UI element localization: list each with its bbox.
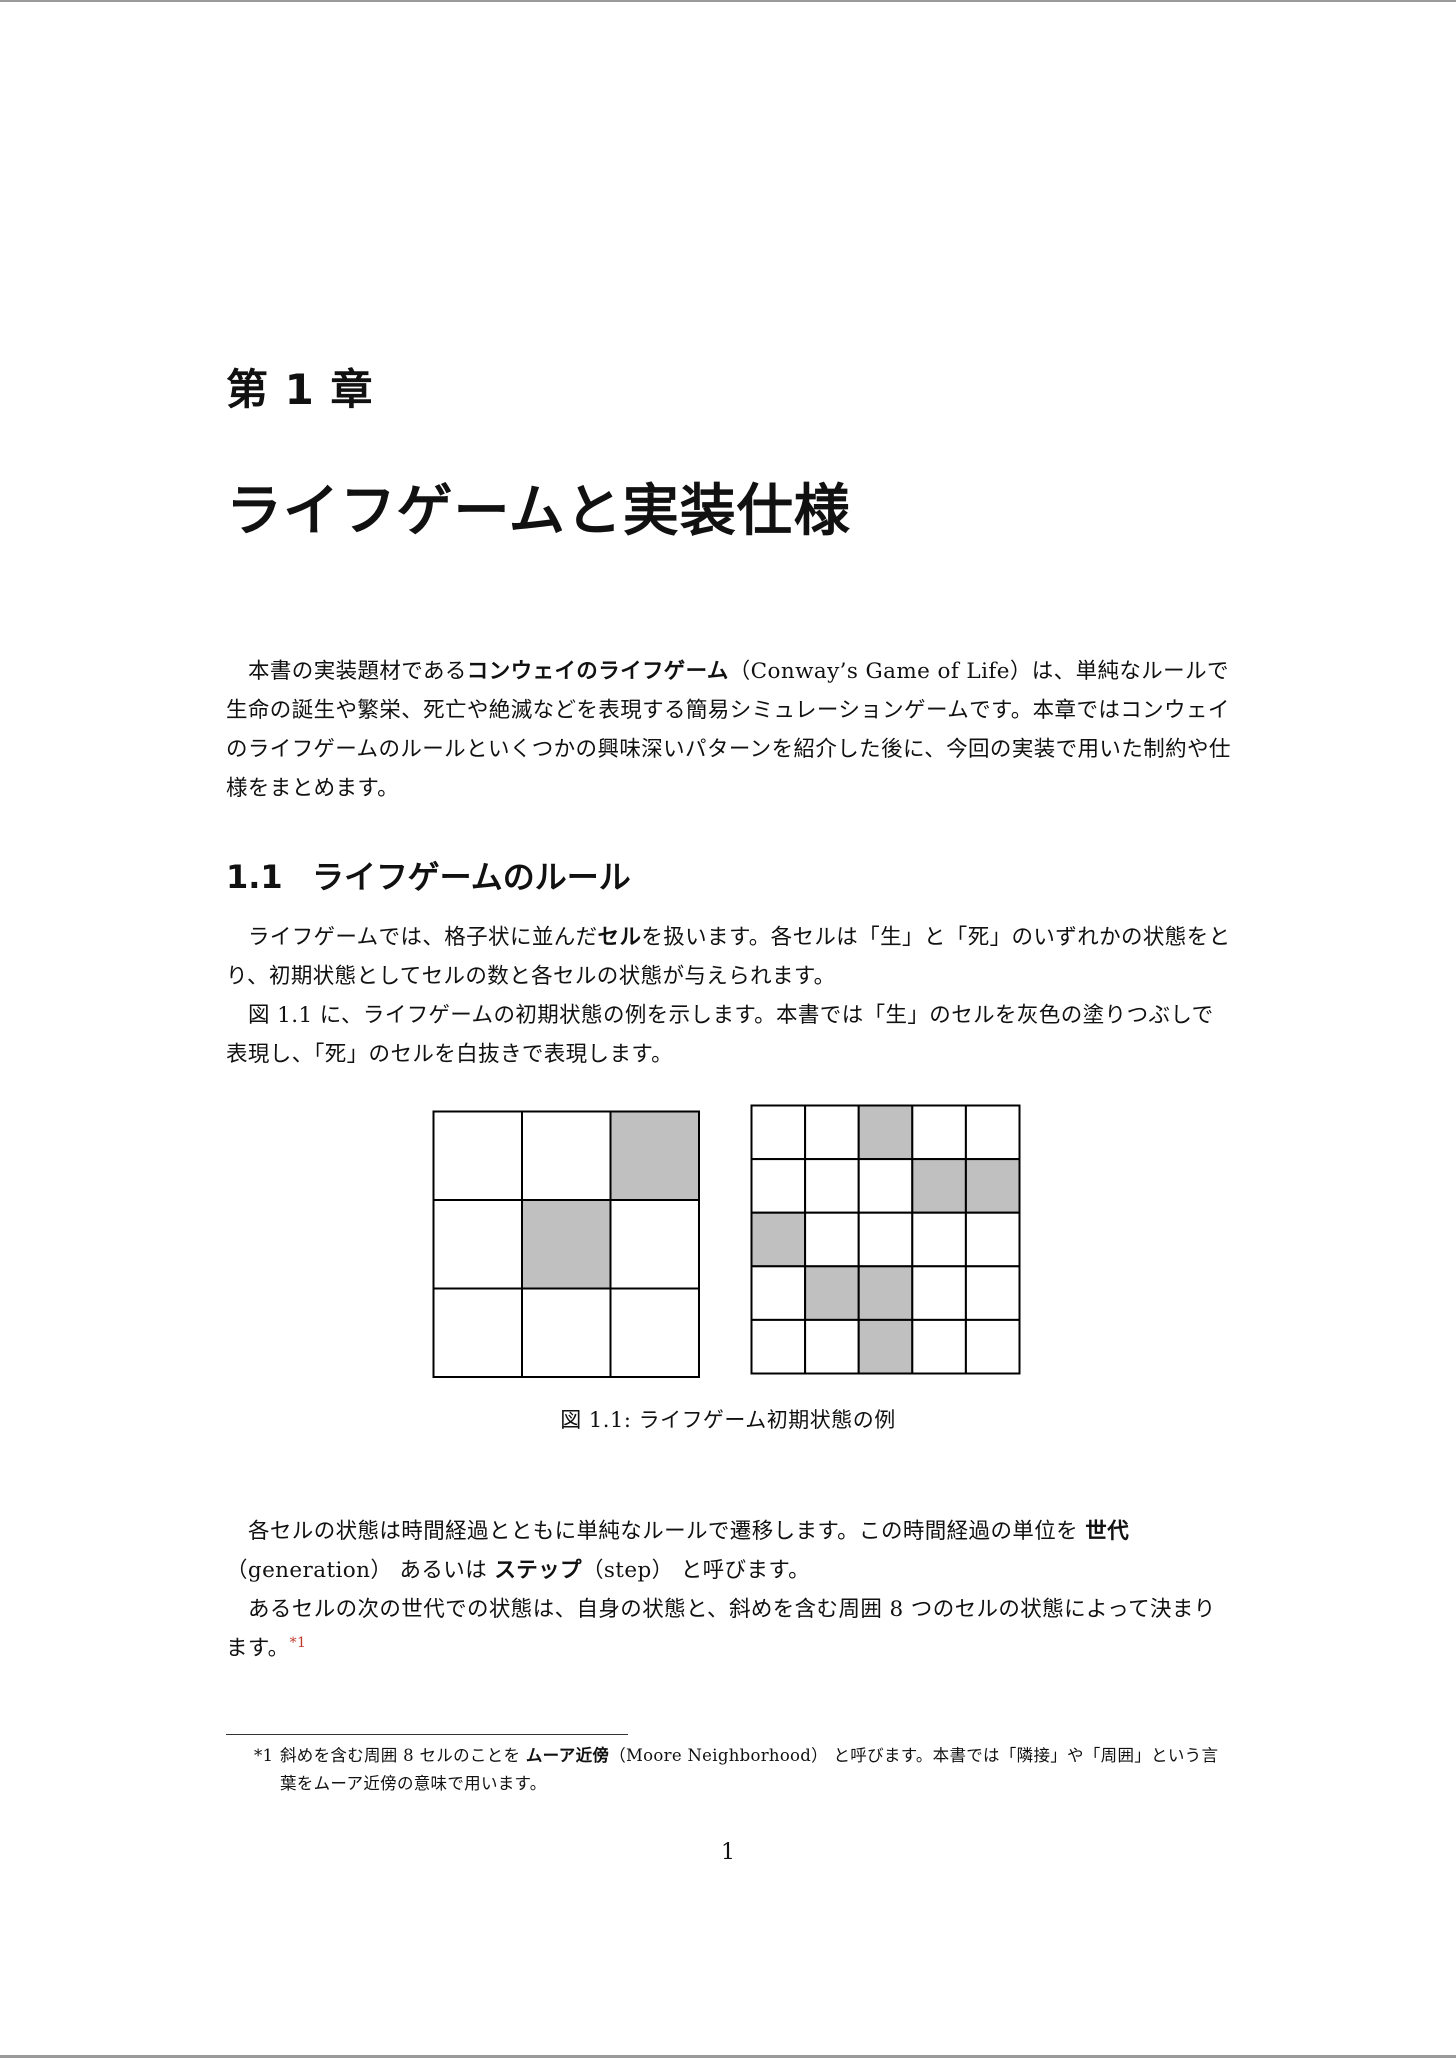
neighbor-paragraph: あるセルの次の世代での状態は、自身の状態と、斜めを含む周囲 8 つのセルの状態に…: [226, 1590, 1232, 1668]
dead-cell: [964, 1265, 1021, 1321]
live-cell: [857, 1318, 914, 1375]
chapter-title: ライフゲームと実装仕様: [226, 479, 851, 544]
rules-text-pre: ライフゲームでは、格子状に並んだ: [248, 925, 598, 950]
rules-paragraph: ライフゲームでは、格子状に並んだセルを扱います。各セルは「生」と「死」のいずれか…: [226, 918, 1232, 996]
dead-cell: [804, 1318, 860, 1375]
section-number: 1.1: [226, 858, 283, 896]
generation-text-mid: （generation） あるいは: [226, 1558, 495, 1583]
live-cell: [857, 1104, 914, 1161]
dead-cell: [911, 1265, 967, 1321]
dead-cell: [804, 1104, 860, 1161]
page-top-edge: [0, 0, 1456, 2]
live-cell: [804, 1265, 860, 1321]
dead-cell: [911, 1211, 967, 1268]
intro-bold-term: コンウェイのライフゲーム: [466, 659, 729, 684]
figure-caption: 図 1.1: ライフゲーム初期状態の例: [560, 1408, 896, 1432]
intro-paragraph: 本書の実装題材であるコンウェイのライフゲーム（Conway’s Game of …: [226, 652, 1232, 808]
generation-text-post: （step） と呼びます。: [581, 1558, 810, 1583]
dead-cell: [609, 1287, 700, 1378]
dead-cell: [964, 1104, 1021, 1161]
footnote-divider: [226, 1734, 628, 1735]
section-heading: 1.1 ライフゲームのルール: [226, 852, 631, 898]
dead-cell: [857, 1158, 914, 1214]
dead-cell: [911, 1104, 967, 1161]
dead-cell: [964, 1318, 1021, 1375]
dead-cell: [911, 1318, 967, 1375]
dead-cell: [804, 1158, 860, 1214]
dead-cell: [750, 1158, 807, 1214]
live-cell: [521, 1199, 612, 1290]
dead-cell: [609, 1199, 700, 1290]
dead-cell: [750, 1104, 807, 1161]
dead-cell: [964, 1211, 1021, 1268]
live-cell: [609, 1110, 700, 1201]
dead-cell: [521, 1287, 612, 1378]
footnote-text-pre: 斜めを含む周囲 8 セルのことを: [280, 1746, 526, 1765]
chapter-label: 第 1 章: [226, 365, 374, 414]
dead-cell: [804, 1211, 860, 1268]
live-cell: [964, 1158, 1021, 1214]
generation-paragraph: 各セルの状態は時間経過とともに単純なルールで遷移します。この時間経過の単位を 世…: [226, 1512, 1232, 1590]
grid-5x5: [750, 1104, 1021, 1375]
neighbor-text: あるセルの次の世代での状態は、自身の状態と、斜めを含む周囲 8 つのセルの状態に…: [226, 1597, 1216, 1661]
intro-text-pre: 本書の実装題材である: [248, 659, 467, 684]
footnote-mark: *1: [254, 1746, 274, 1765]
step-term: ステップ: [494, 1558, 582, 1583]
footnote-body: 斜めを含む周囲 8 セルのことを ムーア近傍（Moore Neighborhoo…: [254, 1742, 1234, 1798]
live-cell: [750, 1211, 807, 1268]
page-number: 1: [721, 1840, 735, 1865]
live-cell: [857, 1265, 914, 1321]
page-bottom-edge: [0, 2055, 1456, 2058]
moore-term: ムーア近傍: [525, 1746, 610, 1765]
footnote-ref-link[interactable]: *1: [290, 1635, 307, 1651]
grid-3x3: [432, 1110, 700, 1378]
footnote: *1 斜めを含む周囲 8 セルのことを ムーア近傍（Moore Neighbor…: [254, 1742, 1234, 1798]
dead-cell: [521, 1110, 612, 1201]
dead-cell: [750, 1318, 807, 1375]
dead-cell: [857, 1211, 914, 1268]
section-title: ライフゲームのルール: [312, 858, 631, 896]
generation-term: 世代: [1085, 1519, 1130, 1544]
dead-cell: [750, 1265, 807, 1321]
dead-cell: [432, 1110, 523, 1201]
generation-text-pre: 各セルの状態は時間経過とともに単純なルールで遷移します。この時間経過の単位を: [248, 1519, 1086, 1544]
cell-term: セル: [597, 925, 642, 950]
live-cell: [911, 1158, 967, 1214]
dead-cell: [432, 1287, 523, 1378]
figure-intro-paragraph: 図 1.1 に、ライフゲームの初期状態の例を示します。本書では「生」のセルを灰色…: [226, 1003, 1214, 1067]
dead-cell: [432, 1199, 523, 1290]
